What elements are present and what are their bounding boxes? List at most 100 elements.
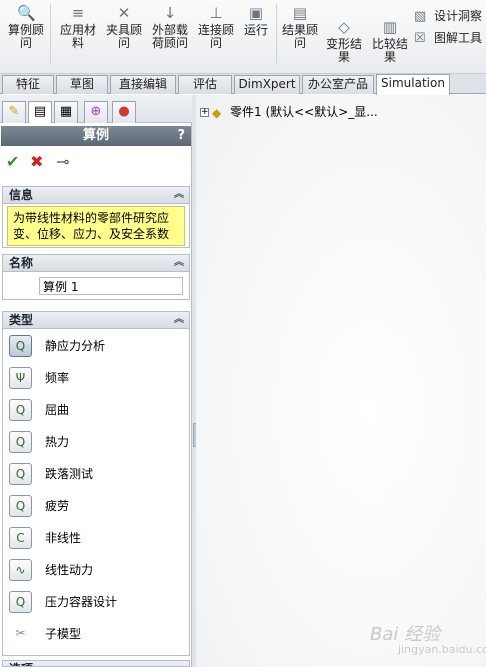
info-message: 为带线性材料的零部件研究应变、位移、应力、及安全系数 [7,206,185,246]
study-type-label: 热力 [45,435,70,449]
results-advisor-label: 结果顾问 [281,23,318,50]
info-section-header[interactable]: 信息 ︽ [3,187,189,204]
apply-material-icon: ≡ [71,4,85,22]
study-type-drop-test[interactable]: Q 跌落测试 [7,460,185,488]
compare-results-icon: ▥ [382,18,398,36]
watermark-url: jingyan.baidu.com [398,643,486,656]
tab-direct-editing[interactable]: 直接编辑 [110,75,176,94]
study-advisor-label: 算例顾问 [7,23,44,50]
deformed-result-button[interactable]: ◇ 变形结果 [324,18,364,64]
study-type-frequency[interactable]: Ψ 频率 [7,364,185,392]
study-name-input[interactable] [39,277,183,295]
external-loads-advisor-button[interactable]: ↓ 外部载荷顾问 [148,4,192,50]
displaymanager-icon: ● [118,104,130,119]
help-icon[interactable]: ? [177,126,185,146]
expand-icon[interactable]: + [200,108,209,117]
static-analysis-icon: Q [9,335,32,357]
study-type-static[interactable]: Q 静应力分析 [7,332,185,360]
compare-results-button[interactable]: ▥ 比较结果 [370,18,410,64]
dimxpertmanager-tab[interactable]: ⊕ [84,101,108,123]
fixtures-advisor-label: 夹具顾问 [105,23,142,50]
type-section: 类型 ︽ Q 静应力分析 Ψ 频率 Q 屈曲 Q 热力 Q 跌落测试 Q 疲劳 … [2,311,190,656]
study-type-label: 压力容器设计 [45,595,118,609]
part-icon: ◆ [212,105,222,120]
study-type-submodel[interactable]: ✂ 子模型 [7,620,185,648]
options-section-header[interactable]: 选项 [3,661,189,666]
tab-features[interactable]: 特征 [2,75,54,94]
design-insight-button[interactable]: ▧ 设计洞察 [414,7,482,25]
graphics-area[interactable]: + ◆ 零件1 (默认<<默认>_显... [196,95,486,667]
cancel-button[interactable]: ✖ [30,153,43,171]
plot-tools-icon: ☒ [414,30,426,46]
collapse-icon[interactable]: ︽ [174,312,184,328]
options-header-label: 选项 [9,662,33,666]
pin-button[interactable]: ⊸ [56,153,69,171]
study-type-fatigue[interactable]: Q 疲劳 [7,492,185,520]
deformed-result-label: 变形结果 [325,37,362,64]
apply-material-label: 应用材料 [59,23,96,50]
configurationmanager-tab[interactable]: ▦ [54,101,78,123]
study-type-label: 频率 [45,371,70,385]
study-type-nonlinear[interactable]: C 非线性 [7,524,185,552]
part-name: 零件1 (默认<<默认>_显... [230,105,378,119]
study-title: 算例 [82,128,109,143]
run-button[interactable]: ▣ 运行 [240,4,272,37]
tab-office-products[interactable]: 办公室产品 [302,75,374,94]
info-header-label: 信息 [9,188,34,202]
displaymanager-tab[interactable]: ● [112,101,136,123]
results-advisor-icon: ▤ [292,4,308,22]
collapse-icon[interactable]: ︽ [174,187,184,203]
run-label: 运行 [243,23,268,37]
study-type-label: 非线性 [45,531,82,545]
pressure-vessel-icon: Q [9,591,32,613]
study-type-label: 屈曲 [45,403,70,417]
study-type-buckling[interactable]: Q 屈曲 [7,396,185,424]
name-section-header[interactable]: 名称 ︽ [3,255,189,272]
fatigue-icon: Q [9,495,32,517]
connections-advisor-icon: ⊥ [209,4,223,22]
tab-sketch[interactable]: 草图 [56,75,108,94]
collapse-icon[interactable]: ︽ [174,255,184,271]
results-advisor-button[interactable]: ▤ 结果顾问 [280,4,320,50]
drop-test-icon: Q [9,463,32,485]
study-type-label: 静应力分析 [45,339,106,353]
type-header-label: 类型 [9,313,34,327]
connections-advisor-button[interactable]: ⊥ 连接顾问 [196,4,236,50]
propertymanager-icon: ▤ [33,104,47,119]
dimxpertmanager-icon: ⊕ [90,104,102,119]
name-header-label: 名称 [9,256,34,270]
external-loads-advisor-label: 外部载荷顾问 [151,23,188,50]
study-advisor-button[interactable]: 🔍 算例顾问 [6,4,46,50]
ok-button[interactable]: ✔ [6,153,19,171]
tab-dimxpert[interactable]: DimXpert [234,75,300,94]
type-section-header[interactable]: 类型 ︽ [3,312,189,329]
external-loads-advisor-icon: ↓ [163,4,177,22]
configurationmanager-icon: ▦ [59,104,73,119]
design-insight-label: 设计洞察 [434,9,483,23]
featuremanager-tab[interactable]: ✎ [2,101,26,123]
apply-material-button[interactable]: ≡ 应用材料 [56,4,100,50]
frequency-icon: Ψ [9,367,32,389]
fixtures-advisor-button[interactable]: ✕ 夹具顾问 [104,4,144,50]
ribbon-separator [276,4,277,64]
command-manager-ribbon: 🔍 算例顾问 ≡ 应用材料 ✕ 夹具顾问 ↓ 外部载荷顾问 ⊥ 连接顾问 ▣ 运… [0,0,486,74]
propertymanager-tab[interactable]: ▤ [28,101,52,123]
submodel-icon: ✂ [15,626,26,640]
study-type-thermal[interactable]: Q 热力 [7,428,185,456]
fixtures-advisor-icon: ✕ [117,4,131,22]
design-insight-icon: ▧ [414,8,427,24]
options-section: 选项 [2,660,190,667]
study-type-linear-dynamic[interactable]: ∿ 线性动力 [7,556,185,584]
property-manager-actions: ✔ ✖ ⊸ [0,151,192,175]
study-advisor-icon: 🔍 [17,4,36,22]
command-manager-tabs: 特征 草图 直接编辑 评估 DimXpert 办公室产品 Simulation [0,74,486,95]
connections-advisor-label: 连接顾问 [197,23,234,50]
tab-evaluate[interactable]: 评估 [178,75,232,94]
flyout-tree-root[interactable]: + ◆ 零件1 (默认<<默认>_显... [200,103,378,120]
tab-simulation[interactable]: Simulation [376,74,450,95]
study-type-pressure-vessel[interactable]: Q 压力容器设计 [7,588,185,616]
nonlinear-icon: C [9,527,32,549]
plot-tools-button[interactable]: ☒ 图解工具 [414,29,482,47]
plot-tools-label: 图解工具 [434,31,483,45]
study-type-label: 跌落测试 [45,467,94,481]
